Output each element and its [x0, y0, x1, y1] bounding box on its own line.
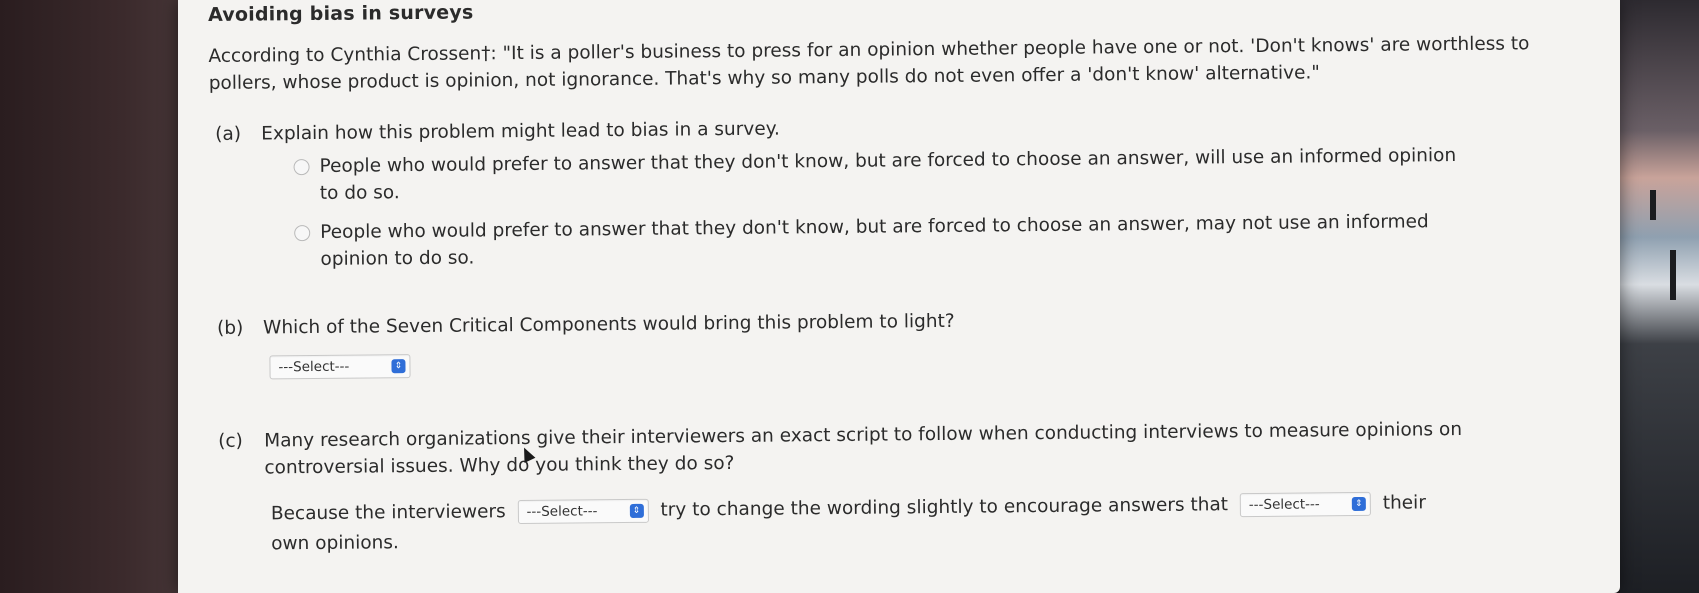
sentence-start: Because the interviewers — [270, 501, 506, 525]
photo-background-right — [1620, 0, 1699, 593]
part-a-label: (a) — [215, 123, 242, 145]
critical-components-select[interactable]: ---Select--- ⇕ — [269, 354, 411, 380]
sentence-middle: try to change the wording slightly to en… — [660, 494, 1229, 521]
select-value: ---Select--- — [278, 358, 350, 375]
select-value: ---Select--- — [526, 503, 598, 520]
interviewers-select[interactable]: ---Select--- ⇕ — [517, 498, 649, 525]
part-b-label: (b) — [217, 317, 244, 339]
tree-silhouette — [1670, 250, 1676, 300]
part-c: (c) Many research organizations give the… — [218, 415, 1613, 560]
option-label: People who would prefer to answer that t… — [319, 145, 1457, 204]
radio-button[interactable] — [293, 159, 310, 176]
part-a-option-1[interactable]: People who would prefer to answer that t… — [293, 142, 1469, 207]
intro-text: According to Cynthia Crossen†: "It is a … — [208, 33, 1530, 94]
select-chevron-icon: ⇕ — [629, 503, 644, 518]
select-chevron-icon: ⇕ — [391, 359, 406, 374]
photo-background-left — [0, 0, 205, 593]
question-page: Avoiding bias in surveys According to Cy… — [178, 0, 1620, 593]
select-chevron-icon: ⇕ — [1351, 496, 1366, 512]
part-c-answer-sentence: Because the interviewers ---Select--- ⇕ … — [271, 488, 1462, 559]
part-b-question: Which of the Seven Critical Components w… — [263, 310, 955, 339]
select-value: ---Select--- — [1248, 496, 1320, 514]
option-label: People who would prefer to answer that t… — [320, 211, 1429, 270]
part-b: (b) Which of the Seven Critical Component… — [217, 302, 1612, 380]
part-a: (a) Explain how this problem might lead t… — [215, 108, 1610, 274]
page-title: Avoiding bias in surveys — [208, 1, 474, 26]
question-content: Avoiding bias in surveys According to Cy… — [208, 0, 1613, 560]
tree-silhouette — [1650, 190, 1656, 220]
part-a-option-2[interactable]: People who would prefer to answer that t… — [294, 208, 1470, 273]
part-a-question: Explain how this problem might lead to b… — [261, 118, 780, 145]
part-c-label: (c) — [218, 430, 243, 452]
radio-button[interactable] — [294, 225, 311, 242]
opinions-select[interactable]: ---Select--- ⇕ — [1239, 491, 1371, 518]
part-c-question: Many research organizations give their i… — [264, 418, 1463, 479]
